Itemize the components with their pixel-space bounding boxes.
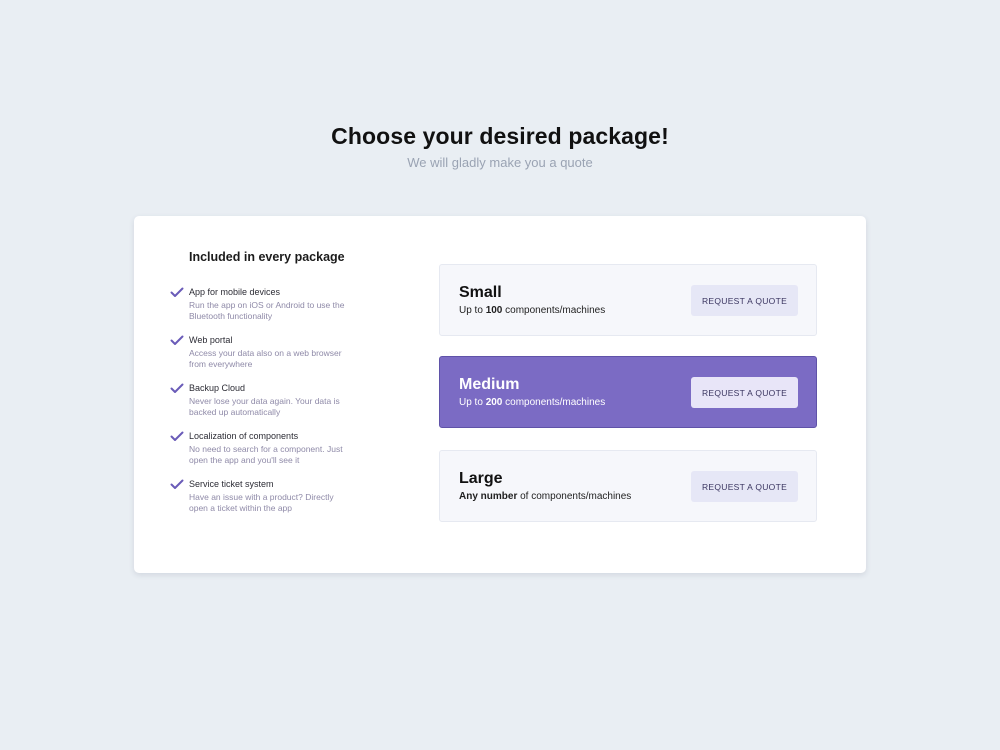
package-medium[interactable]: Medium Up to 200 components/machines REQ… <box>439 356 817 428</box>
package-description: Up to 200 components/machines <box>459 397 606 408</box>
check-icon <box>170 383 184 393</box>
check-icon <box>170 335 184 345</box>
package-name: Small <box>459 284 502 301</box>
check-icon <box>170 287 184 297</box>
feature-name: Web portal <box>189 335 233 345</box>
package-name: Large <box>459 470 503 487</box>
feature-name: App for mobile devices <box>189 287 281 297</box>
feature-name: Backup Cloud <box>189 383 246 393</box>
feature-description: Access your data also on a web browser f… <box>189 348 342 369</box>
feature-name: Localization of components <box>189 431 299 441</box>
package-description: Any number of components/machines <box>459 491 632 502</box>
request-quote-button[interactable]: REQUEST A QUOTE <box>691 377 798 408</box>
package-name: Medium <box>459 376 520 393</box>
page-title: Choose your desired package! <box>331 123 669 149</box>
feature-description: Run the app on iOS or Android to use the… <box>189 300 345 321</box>
request-quote-button[interactable]: REQUEST A QUOTE <box>691 471 798 502</box>
package-large[interactable]: Large Any number of components/machines … <box>439 450 817 522</box>
page-header: Choose your desired package! We will gla… <box>0 120 1000 172</box>
feature-description: Never lose your data again. Your data is… <box>189 396 340 417</box>
feature-description: Have an issue with a product? Directly o… <box>189 492 334 513</box>
request-quote-button[interactable]: REQUEST A QUOTE <box>691 285 798 316</box>
features-title: Included in every package <box>189 250 345 264</box>
page-subtitle: We will gladly make you a quote <box>407 155 593 170</box>
package-description: Up to 100 components/machines <box>459 305 606 316</box>
pricing-card: Included in every package App for mobile… <box>134 216 866 573</box>
package-small[interactable]: Small Up to 100 components/machines REQU… <box>439 264 817 336</box>
check-icon <box>170 431 184 441</box>
feature-description: No need to search for a component. Just … <box>189 444 343 465</box>
feature-name: Service ticket system <box>189 479 274 489</box>
check-icon <box>170 479 184 489</box>
